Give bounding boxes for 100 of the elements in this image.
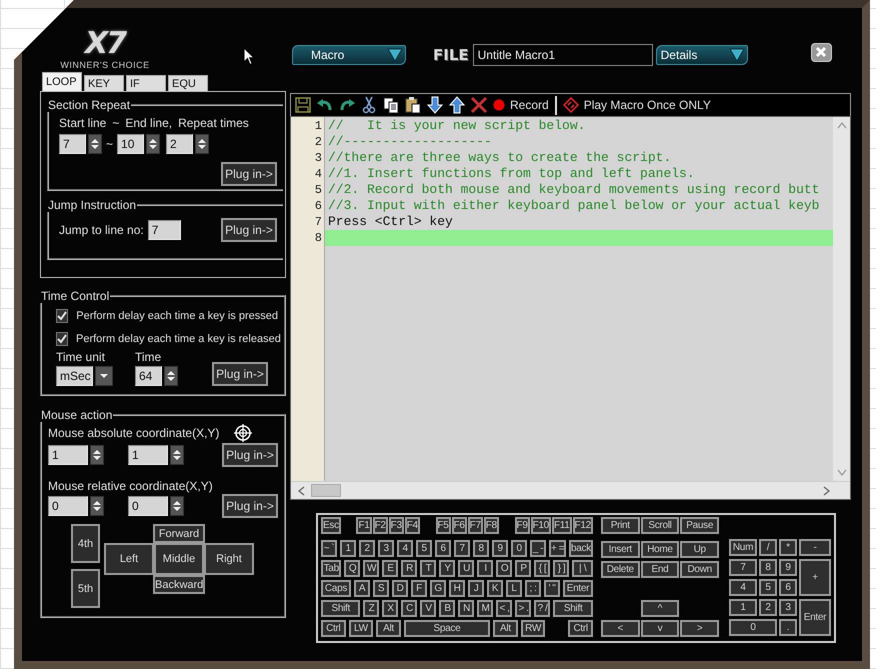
up-arrow-icon[interactable]	[448, 96, 466, 114]
keyboard-key[interactable]: Q	[344, 560, 360, 577]
mouse-button[interactable]: Forward	[153, 524, 205, 543]
caret-left-icon[interactable]	[297, 486, 305, 496]
spin-buttons[interactable]	[170, 496, 184, 516]
caret-right-icon[interactable]	[823, 486, 831, 496]
keyboard-key[interactable]: 9	[779, 559, 797, 576]
keyboard-key[interactable]: 3	[779, 599, 797, 616]
keyboard-key[interactable]: X	[382, 600, 398, 617]
spin-buttons[interactable]	[88, 134, 102, 154]
keyboard-key[interactable]: Insert	[600, 541, 640, 558]
keyboard-key[interactable]: E	[382, 560, 398, 577]
keyboard-key[interactable]: Down	[680, 561, 720, 578]
keyboard-key[interactable]: U	[458, 560, 474, 577]
number-field[interactable]: 1	[128, 445, 168, 465]
keyboard-key[interactable]: P	[515, 560, 532, 577]
keyboard-key[interactable]: .	[779, 619, 797, 636]
keyboard-key[interactable]: W	[363, 560, 380, 577]
tab[interactable]: LOOP	[42, 72, 82, 91]
keyboard-key[interactable]: Ctrl	[321, 620, 346, 637]
keyboard-key[interactable]: R	[401, 560, 418, 577]
keyboard-key[interactable]: Alt	[376, 620, 401, 637]
checkbox[interactable]	[56, 309, 68, 323]
number-field[interactable]: 64	[135, 366, 162, 386]
checkbox[interactable]	[56, 332, 68, 346]
plug-in-button[interactable]: Plug in->	[221, 162, 277, 186]
keyboard-key[interactable]: J	[468, 580, 484, 597]
keyboard-key[interactable]: Scroll	[640, 517, 680, 534]
keyboard-key[interactable]: 3	[378, 540, 394, 557]
keyboard-key[interactable]: 0	[511, 540, 527, 557]
keyboard-key[interactable]: Home	[640, 541, 680, 558]
keyboard-key[interactable]: Tab	[321, 560, 342, 577]
keyboard-key[interactable]: F1	[356, 517, 372, 534]
copy-icon[interactable]	[382, 96, 400, 114]
spin-buttons[interactable]	[164, 366, 178, 386]
number-field[interactable]: 7	[148, 220, 181, 240]
keyboard-key[interactable]: ' "	[544, 580, 560, 597]
keyboard-key[interactable]: Up	[680, 541, 720, 558]
plug-in-button[interactable]: Plug in->	[222, 443, 278, 467]
keyboard-key[interactable]: -	[799, 539, 831, 556]
keyboard-key[interactable]: O	[496, 560, 512, 577]
keyboard-key[interactable]: 1	[340, 540, 356, 557]
keyboard-key[interactable]: T	[420, 560, 436, 577]
keyboard-key[interactable]: F6	[452, 517, 467, 534]
crosshair-icon[interactable]	[234, 424, 252, 442]
keyboard-key[interactable]: +	[799, 559, 831, 596]
keyboard-key[interactable]: 8	[759, 559, 777, 576]
keyboard-key[interactable]: Pause	[680, 517, 720, 534]
mouse-button[interactable]: Left	[104, 543, 154, 575]
mode-dropdown[interactable]: Macro	[292, 45, 406, 65]
keyboard-key[interactable]: 5	[759, 579, 777, 596]
keyboard-key[interactable]: F9	[514, 517, 530, 534]
tab[interactable]: IF	[126, 75, 166, 91]
keyboard-key[interactable]: Num	[729, 539, 757, 556]
keyboard-key[interactable]: Y	[439, 560, 456, 577]
paste-icon[interactable]	[404, 96, 422, 114]
dropdown-button[interactable]	[95, 366, 113, 386]
spin-buttons[interactable]	[90, 445, 104, 465]
keyboard-key[interactable]: 1	[729, 599, 757, 616]
keyboard-key[interactable]: F	[410, 580, 427, 597]
keyboard-key[interactable]: G	[430, 580, 446, 597]
keyboard-key[interactable]: | \	[572, 560, 593, 577]
keyboard-key[interactable]: L	[506, 580, 522, 597]
keyboard-key[interactable]: ^	[640, 600, 680, 617]
keyboard-key[interactable]: F7	[468, 517, 483, 534]
keyboard-key[interactable]: > .	[515, 600, 532, 617]
keyboard-key[interactable]: F3	[388, 517, 404, 534]
keyboard-key[interactable]: F11	[552, 517, 572, 534]
keyboard-key[interactable]: Print	[600, 517, 640, 534]
mouse-side-button[interactable]: 5th	[71, 569, 100, 608]
keyboard-key[interactable]: 8	[473, 540, 489, 557]
scrollbar-thumb[interactable]	[311, 484, 341, 497]
keyboard-key[interactable]: K	[486, 580, 503, 597]
save-icon[interactable]	[294, 96, 312, 114]
delete-icon[interactable]	[470, 96, 488, 114]
keyboard-key[interactable]: N	[458, 600, 474, 617]
keyboard-key[interactable]: <	[600, 620, 640, 637]
keyboard-key[interactable]: Enter	[799, 599, 831, 636]
keyboard-key[interactable]: B	[439, 600, 456, 617]
down-arrow-icon[interactable]	[426, 96, 444, 114]
keyboard-key[interactable]: RW	[520, 620, 546, 637]
file-name-field[interactable]: Untitle Macro1	[472, 44, 653, 66]
play-once-button[interactable]: Play Macro Once ONLY	[562, 95, 712, 115]
plug-in-button[interactable]: Plug in->	[221, 218, 277, 242]
spin-buttons[interactable]	[90, 496, 104, 516]
keyboard-key[interactable]: ~ `	[321, 540, 337, 557]
keyboard-key[interactable]: 4	[729, 579, 757, 596]
spin-buttons[interactable]	[170, 445, 184, 465]
keyboard-key[interactable]: 0	[729, 619, 777, 636]
keyboard-key[interactable]: { [	[534, 560, 550, 577]
plug-in-button[interactable]: Plug in->	[212, 362, 268, 386]
keyboard-key[interactable]: Esc	[321, 517, 341, 534]
keyboard-key[interactable]: 6	[779, 579, 797, 596]
keyboard-key[interactable]: I	[477, 560, 494, 577]
number-field[interactable]: 10	[117, 134, 144, 154]
plug-in-button[interactable]: Plug in->	[222, 494, 278, 518]
keyboard-key[interactable]: 4	[397, 540, 413, 557]
tab[interactable]: KEY	[84, 75, 124, 91]
keyboard-key[interactable]: v	[640, 620, 680, 637]
keyboard-key[interactable]: End	[640, 561, 680, 578]
